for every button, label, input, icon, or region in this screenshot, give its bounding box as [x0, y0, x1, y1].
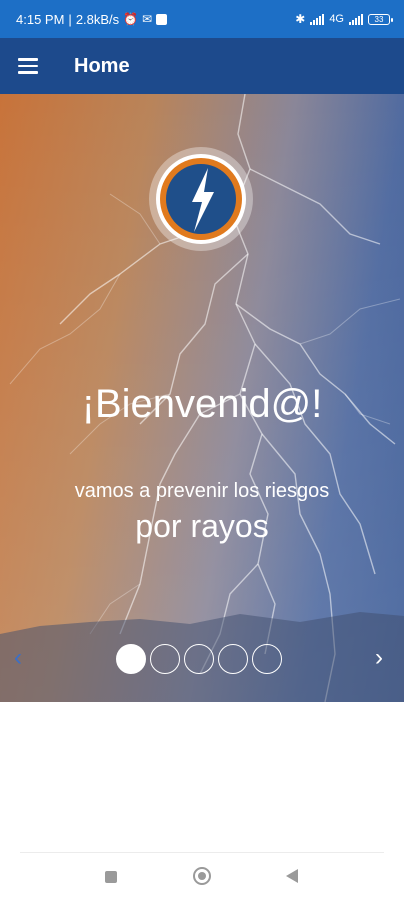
page-title: Home	[74, 54, 130, 77]
status-bar: 4:15 PM | 2.8kB/s ⏰ ✉ ✱ 4G 33	[0, 0, 404, 38]
nav-divider	[20, 852, 384, 853]
home-button[interactable]	[193, 867, 211, 885]
battery-icon: 33	[368, 13, 393, 25]
carousel-dot-3[interactable]	[184, 644, 214, 674]
system-nav-bar	[0, 858, 404, 900]
mail-icon: ✉	[142, 12, 153, 26]
network-speed: 2.8kB/s	[75, 11, 120, 27]
signal-icon	[310, 13, 325, 25]
app-logo	[148, 146, 254, 252]
status-time: 4:15 PM	[16, 11, 65, 27]
welcome-heading: ¡Bienvenid@!	[81, 382, 323, 426]
lightning-bolt-icon	[149, 147, 253, 251]
bluetooth-icon: ✱	[295, 12, 306, 26]
welcome-subtitle: vamos a prevenir los riesgos	[74, 480, 330, 502]
network-type: 4G	[329, 13, 344, 25]
app-bar: Home	[0, 38, 404, 94]
carousel-next-arrow[interactable]: ›	[375, 644, 383, 672]
carousel-dot-2[interactable]	[150, 644, 180, 674]
notification-icon	[156, 13, 168, 25]
carousel-dot-1[interactable]	[116, 644, 146, 674]
carousel-dot-5[interactable]	[252, 644, 282, 674]
hamburger-menu-icon[interactable]	[18, 55, 48, 77]
back-button[interactable]	[286, 869, 298, 883]
battery-level: 33	[374, 14, 384, 24]
carousel-prev-arrow[interactable]: ‹	[14, 644, 22, 672]
welcome-subtitle-emphasis: por rayos	[135, 508, 269, 544]
carousel-indicators	[116, 644, 282, 674]
signal-icon-2	[349, 13, 363, 25]
carousel-dot-4[interactable]	[218, 644, 248, 674]
welcome-hero: ¡Bienvenid@! vamos a prevenir los riesgo…	[0, 94, 404, 702]
recents-button[interactable]	[105, 871, 117, 883]
alarm-icon: ⏰	[123, 12, 139, 26]
